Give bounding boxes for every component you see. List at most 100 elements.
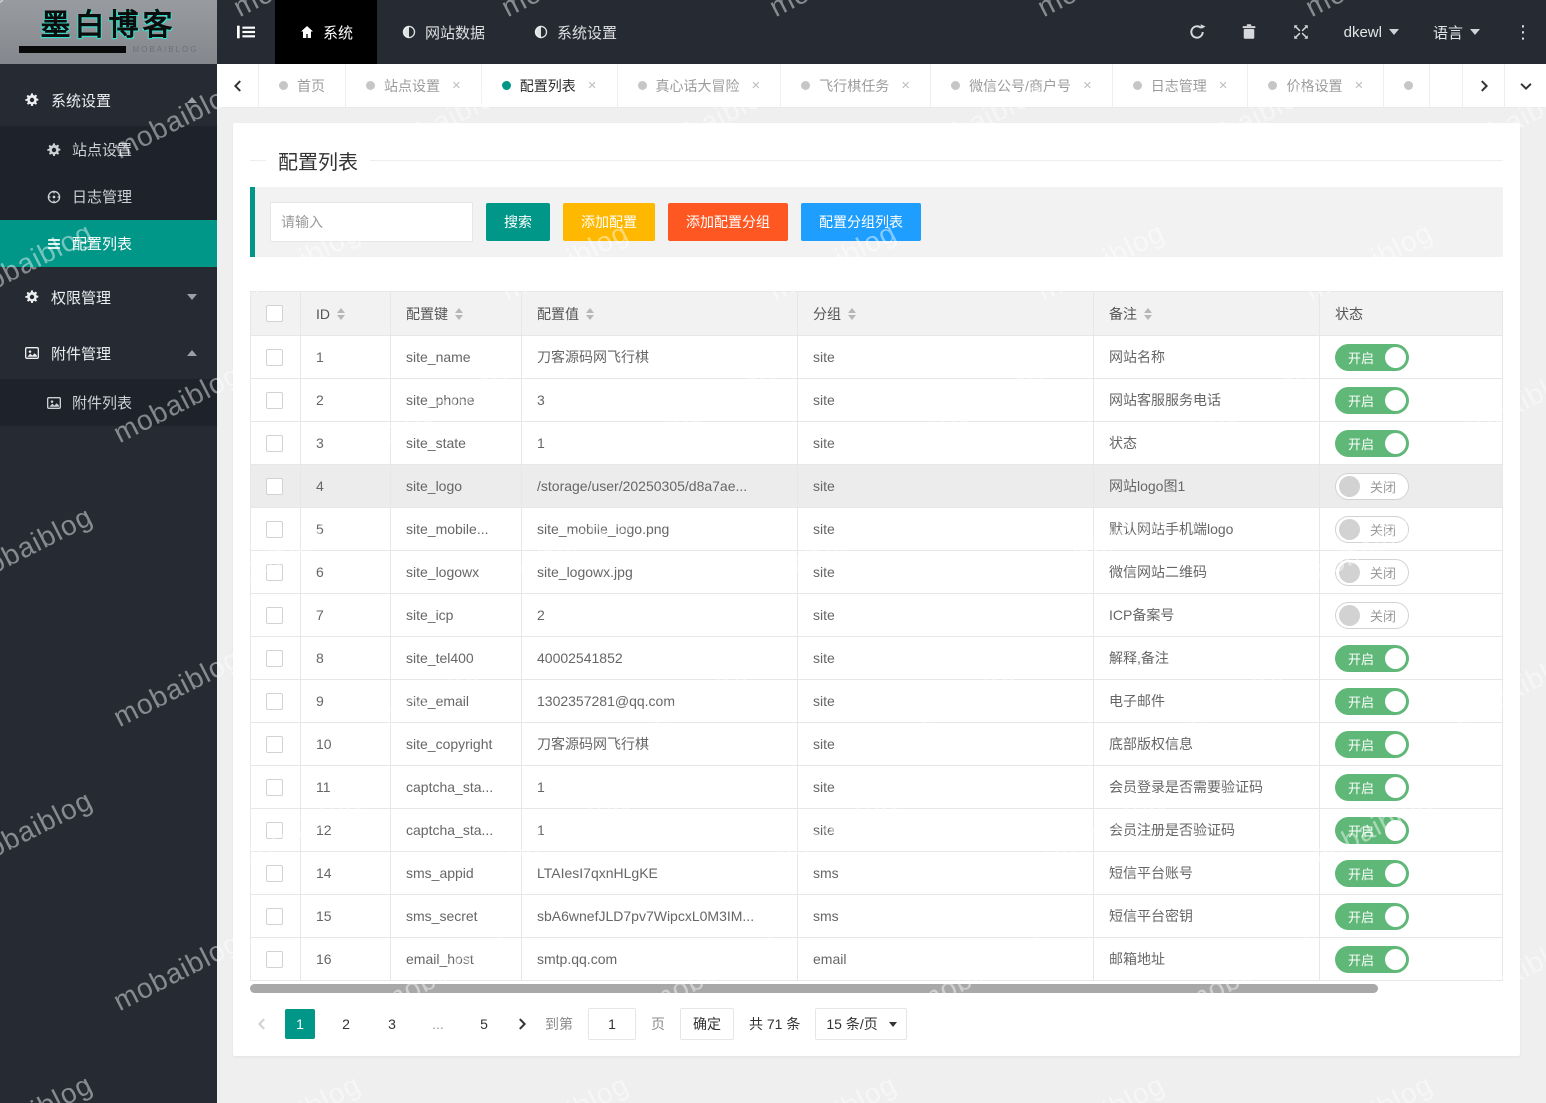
status-toggle[interactable]: 开启 — [1335, 644, 1409, 672]
status-toggle[interactable]: 关闭 — [1335, 601, 1409, 629]
search-input[interactable] — [270, 202, 473, 242]
status-toggle[interactable]: 开启 — [1335, 343, 1409, 371]
page-number-button[interactable]: 1 — [285, 1009, 315, 1039]
status-toggle[interactable]: 开启 — [1335, 945, 1409, 973]
sidebar-item[interactable]: 配置列表 — [0, 220, 217, 267]
tab[interactable] — [1384, 64, 1431, 107]
topbar-menu-item[interactable]: 系统设置 — [509, 0, 641, 64]
cell-group: sms — [797, 894, 1094, 938]
page-number-button[interactable]: 2 — [331, 1009, 361, 1039]
column-header[interactable]: 备注 — [1093, 291, 1320, 336]
column-header[interactable]: 状态 — [1319, 291, 1503, 336]
sort-icon[interactable] — [1144, 307, 1152, 320]
status-toggle[interactable]: 开启 — [1335, 816, 1409, 844]
search-button[interactable]: 搜索 — [486, 203, 550, 241]
row-checkbox[interactable] — [266, 735, 283, 753]
close-icon[interactable]: × — [588, 77, 597, 94]
tab[interactable]: 飞行棋任务 × — [781, 64, 932, 107]
sidebar-group[interactable]: 权限管理 — [0, 271, 217, 323]
row-checkbox[interactable] — [266, 348, 283, 366]
logo-subtitle: MOBAIBLOG — [132, 44, 199, 54]
tab[interactable]: 价格设置 × — [1248, 64, 1385, 107]
fullscreen-icon[interactable] — [1292, 23, 1310, 41]
language-menu[interactable]: 语言 — [1433, 22, 1480, 43]
tabs-scroll-left-button[interactable] — [217, 64, 259, 107]
tab[interactable]: 站点设置 × — [346, 64, 482, 107]
status-toggle[interactable]: 开启 — [1335, 386, 1409, 414]
tab[interactable]: 首页 — [259, 64, 346, 107]
more-menu-icon[interactable]: ⋮ — [1514, 22, 1532, 43]
column-header[interactable]: 分组 — [797, 291, 1094, 336]
row-checkbox[interactable] — [266, 692, 283, 710]
status-toggle[interactable]: 开启 — [1335, 773, 1409, 801]
row-checkbox[interactable] — [266, 563, 283, 581]
row-checkbox[interactable] — [266, 778, 283, 796]
row-checkbox[interactable] — [266, 477, 283, 495]
topbar-menu-item[interactable]: 网站数据 — [377, 0, 509, 64]
row-checkbox[interactable] — [266, 907, 283, 925]
page-number-button[interactable]: 3 — [377, 1009, 407, 1039]
status-toggle[interactable]: 开启 — [1335, 859, 1409, 887]
page-number-button[interactable]: 5 — [469, 1009, 499, 1039]
row-checkbox[interactable] — [266, 391, 283, 409]
sidebar-item[interactable]: 附件列表 — [0, 379, 217, 426]
close-icon[interactable]: × — [1083, 77, 1092, 94]
sort-icon[interactable] — [337, 307, 345, 320]
status-toggle[interactable]: 开启 — [1335, 429, 1409, 457]
row-checkbox[interactable] — [266, 950, 283, 968]
confirm-button[interactable]: 确定 — [680, 1008, 734, 1040]
sidebar-group[interactable]: 系统设置 — [0, 74, 217, 126]
horizontal-scrollbar[interactable] — [250, 984, 1378, 993]
sort-icon[interactable] — [586, 307, 594, 320]
cell-id: 16 — [300, 937, 391, 981]
column-header[interactable]: 配置键 — [390, 291, 522, 336]
close-icon[interactable]: × — [452, 77, 461, 94]
next-page-button[interactable] — [514, 1016, 530, 1032]
close-icon[interactable]: × — [1219, 77, 1228, 94]
refresh-icon[interactable] — [1188, 23, 1206, 41]
status-toggle[interactable]: 开启 — [1335, 687, 1409, 715]
tabs-scroll-right-button[interactable] — [1462, 64, 1504, 107]
row-checkbox[interactable] — [266, 649, 283, 667]
sort-icon[interactable] — [455, 307, 463, 320]
close-icon[interactable]: × — [1354, 77, 1363, 94]
status-toggle[interactable]: 开启 — [1335, 902, 1409, 930]
collapse-sidebar-button[interactable] — [217, 0, 275, 64]
tab[interactable]: 日志管理 × — [1113, 64, 1249, 107]
row-checkbox[interactable] — [266, 821, 283, 839]
tab[interactable]: 真心话大冒险 × — [618, 64, 782, 107]
row-checkbox[interactable] — [266, 864, 283, 882]
per-page-select[interactable]: 15 条/页 — [815, 1008, 907, 1040]
sidebar-item[interactable]: 站点设置 — [0, 126, 217, 173]
column-header[interactable]: 配置值 — [521, 291, 798, 336]
user-menu[interactable]: dkewl — [1344, 24, 1399, 41]
topbar-menu-item[interactable]: 系统 — [275, 0, 378, 64]
close-icon[interactable]: × — [901, 77, 910, 94]
status-toggle[interactable]: 关闭 — [1335, 472, 1409, 500]
row-checkbox[interactable] — [266, 520, 283, 538]
tab[interactable]: 配置列表 × — [481, 64, 618, 107]
status-toggle[interactable]: 关闭 — [1335, 558, 1409, 586]
trash-icon[interactable] — [1240, 23, 1258, 41]
close-icon[interactable]: × — [752, 77, 761, 94]
add-config-group-button[interactable]: 添加配置分组 — [668, 203, 788, 241]
config-group-list-button[interactable]: 配置分组列表 — [801, 203, 921, 241]
sidebar-group[interactable]: 附件管理 — [0, 327, 217, 379]
tab[interactable]: 微信公号/商户号 × — [931, 64, 1113, 107]
add-config-button[interactable]: 添加配置 — [563, 203, 655, 241]
tabs-menu-button[interactable] — [1504, 64, 1546, 107]
sort-icon[interactable] — [848, 307, 856, 320]
page-jump-input[interactable] — [588, 1008, 636, 1040]
cell-note: 解释,备注 — [1093, 636, 1320, 680]
dial-icon — [46, 189, 62, 205]
status-toggle[interactable]: 关闭 — [1335, 515, 1409, 543]
row-checkbox[interactable] — [266, 606, 283, 624]
sidebar-item[interactable]: 日志管理 — [0, 173, 217, 220]
cell-key: site_email — [390, 679, 522, 723]
row-checkbox[interactable] — [266, 434, 283, 452]
select-all-checkbox[interactable] — [266, 305, 283, 323]
status-toggle[interactable]: 开启 — [1335, 730, 1409, 758]
column-header[interactable]: ID — [300, 291, 391, 336]
expand-arrow-icon — [187, 350, 197, 356]
prev-page-button[interactable] — [254, 1016, 270, 1032]
